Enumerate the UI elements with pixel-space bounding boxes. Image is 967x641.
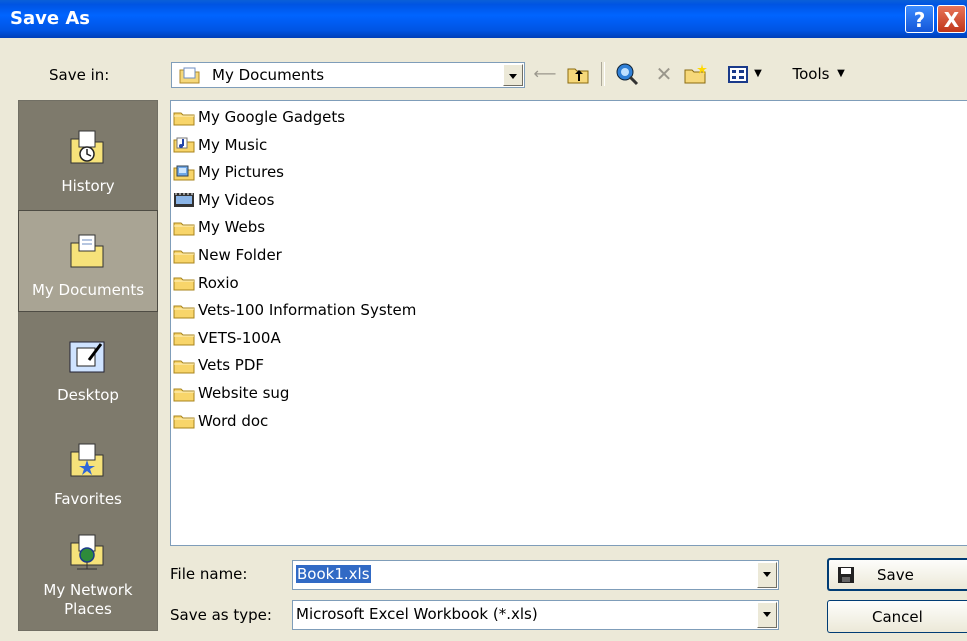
file-list-item[interactable]: My Google Gadgets [173, 105, 345, 129]
cancel-button[interactable]: Cancel [827, 600, 967, 633]
pictures-folder-icon [173, 164, 195, 181]
file-name-dropdown-arrow[interactable] [757, 562, 777, 588]
my-documents-icon [70, 234, 104, 268]
floppy-disk-icon [838, 567, 854, 583]
window-title: Save As [10, 8, 90, 29]
file-name-text: My Pictures [198, 163, 284, 182]
folder-icon [173, 357, 195, 374]
tools-dropdown-arrow-icon[interactable]: ▼ [835, 62, 847, 86]
file-name-text: Vets PDF [198, 356, 265, 375]
views-icon[interactable] [727, 62, 749, 86]
place-my-network-places[interactable]: My Network Places [19, 521, 157, 631]
file-name-text: My Music [198, 135, 268, 154]
back-icon[interactable]: ⟵ [533, 62, 557, 86]
place-label: History [61, 177, 115, 195]
file-list-item[interactable]: New Folder [173, 243, 282, 267]
file-name-text: My Videos [198, 190, 275, 209]
save-in-dropdown-arrow[interactable] [503, 64, 523, 86]
toolbar-separator [601, 62, 605, 86]
videos-folder-icon [173, 191, 195, 208]
file-list-item[interactable]: Word doc [173, 409, 268, 433]
file-name-text: Roxio [198, 273, 239, 292]
folder-icon [173, 302, 195, 319]
network-places-icon [70, 534, 104, 570]
music-folder-icon [173, 136, 195, 153]
file-list-item[interactable]: My Webs [173, 215, 265, 239]
file-list-item[interactable]: Roxio [173, 271, 239, 295]
places-bar: History My Documents Desktop Favorites M… [18, 100, 158, 631]
favorites-icon [70, 443, 104, 477]
cancel-button-label: Cancel [872, 608, 923, 626]
folder-icon [173, 412, 195, 429]
delete-icon[interactable]: ✕ [653, 62, 675, 86]
save-in-label: Save in: [49, 66, 110, 84]
save-as-type-select[interactable]: Microsoft Excel Workbook (*.xls) [292, 600, 779, 630]
save-in-value: My Documents [212, 66, 325, 84]
place-favorites[interactable]: Favorites [19, 420, 157, 520]
save-button-label: Save [877, 566, 914, 584]
file-list-item[interactable]: My Videos [173, 188, 274, 212]
place-label: Favorites [54, 490, 122, 508]
place-label: My Network Places [43, 581, 133, 618]
file-name-text: My Google Gadgets [198, 108, 346, 126]
save-as-type-value: Microsoft Excel Workbook (*.xls) [296, 605, 538, 623]
save-as-dialog: Save As ? X Save in: My Documents ⟵ ✕ ▼ … [0, 0, 967, 641]
place-history[interactable]: History [19, 107, 157, 207]
close-button[interactable]: X [937, 5, 966, 33]
file-name-text: Word doc [198, 411, 269, 430]
file-name-label: File name: [170, 565, 248, 583]
desktop-icon [69, 341, 105, 373]
file-name-text: My Webs [198, 218, 266, 237]
place-my-documents[interactable]: My Documents [18, 210, 158, 312]
place-label: My Documents [31, 281, 145, 299]
folder-icon [173, 247, 195, 263]
folder-icon [173, 329, 195, 346]
file-list-item[interactable]: VETS-100A [173, 326, 281, 350]
views-dropdown-arrow-icon[interactable]: ▼ [752, 62, 764, 86]
file-name-text: Vets-100 Information System [198, 301, 417, 320]
save-in-combo[interactable]: My Documents [171, 62, 525, 88]
folder-icon [173, 109, 195, 125]
my-documents-icon [179, 67, 200, 84]
tools-menu[interactable]: Tools [786, 62, 836, 86]
file-name-value: Book1.xls [296, 565, 371, 583]
file-list-item[interactable]: My Pictures [173, 160, 284, 184]
folder-icon [173, 274, 195, 291]
file-list[interactable]: My Google Gadgets My Music My Pictures My V… [170, 100, 967, 546]
save-as-type-dropdown-arrow[interactable] [757, 602, 777, 628]
file-name-text: VETS-100A [198, 328, 281, 347]
file-list-item[interactable]: Website sug [173, 381, 289, 405]
help-button[interactable]: ? [905, 5, 934, 33]
place-desktop[interactable]: Desktop [19, 316, 157, 416]
file-name-text: Website sug [198, 384, 290, 402]
file-list-item[interactable]: Vets-100 Information System [173, 298, 416, 322]
history-icon [70, 130, 104, 164]
folder-icon [173, 219, 195, 236]
save-as-type-label: Save as type: [170, 606, 272, 624]
folder-icon [173, 385, 195, 401]
up-one-level-icon[interactable] [566, 62, 590, 86]
file-list-item[interactable]: My Music [173, 133, 267, 157]
save-button[interactable]: Save [827, 558, 967, 591]
file-name-field[interactable]: Book1.xls [292, 560, 779, 590]
place-label: Desktop [57, 386, 119, 404]
new-folder-icon[interactable] [683, 62, 709, 86]
title-bar[interactable]: Save As ? X [0, 0, 967, 38]
file-name-text: New Folder [198, 246, 282, 264]
search-web-icon[interactable] [614, 62, 640, 86]
file-list-item[interactable]: Vets PDF [173, 353, 264, 377]
